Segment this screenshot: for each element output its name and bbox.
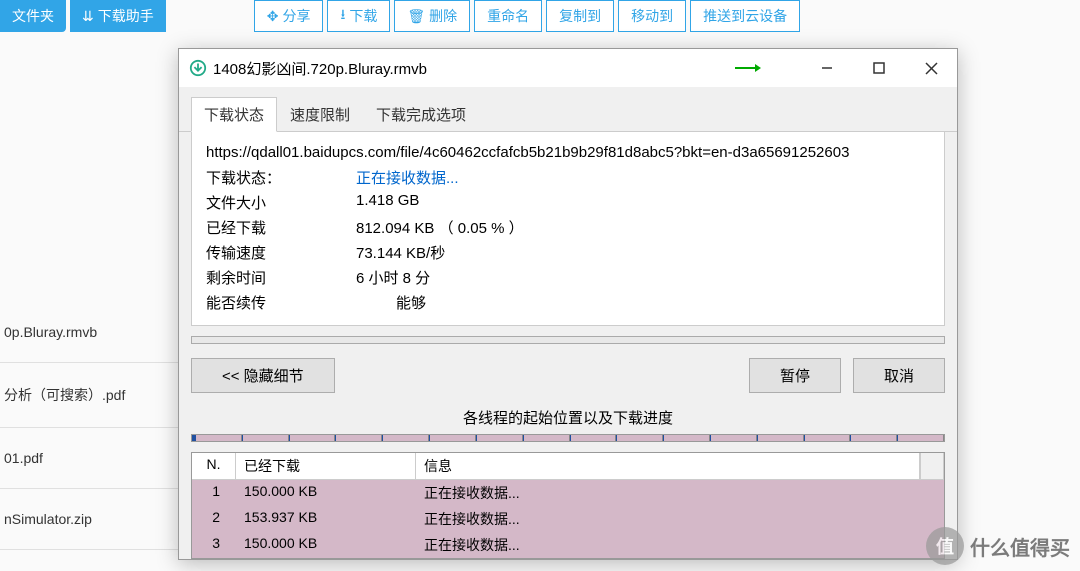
cell-n: 1 — [192, 480, 236, 506]
share-icon: ✥ — [267, 8, 279, 25]
list-item[interactable]: 0p.Bluray.rmvb — [0, 302, 180, 363]
background-toolbar: 文件夹 ⇊ 下载助手 ✥ 分享 ⭳ 下载 🗑 删除 重命名 复制到 移动到 推送… — [0, 0, 1080, 32]
pause-button[interactable]: 暂停 — [749, 358, 841, 393]
bg-delete-button[interactable]: 🗑 删除 — [394, 0, 470, 32]
background-file-list: 0p.Bluray.rmvb 分析（可搜索）.pdf 01.pdf nSimul… — [0, 302, 180, 550]
value-filesize: 1.418 GB — [356, 192, 419, 213]
cell-n: 3 — [192, 532, 236, 558]
trash-icon: 🗑 — [407, 8, 425, 25]
bg-share-button[interactable]: ✥ 分享 — [254, 0, 324, 32]
tab-download-status[interactable]: 下载状态 — [191, 97, 277, 132]
value-downloaded: 812.094 KB （ 0.05 % ） — [356, 217, 524, 238]
status-panel: https://qdall01.baidupcs.com/file/4c6046… — [191, 132, 945, 326]
list-item[interactable]: nSimulator.zip — [0, 489, 180, 550]
label-speed: 传输速度 — [206, 242, 356, 263]
table-row[interactable]: 2 153.937 KB 正在接收数据... — [192, 506, 944, 532]
bg-download-button[interactable]: ⭳ 下载 — [327, 0, 390, 32]
download-icon: ⭳ — [340, 4, 345, 28]
bg-copyto-button[interactable]: 复制到 — [546, 0, 614, 32]
cell-info: 正在接收数据... — [416, 532, 944, 558]
bg-rename-button[interactable]: 重命名 — [474, 0, 542, 32]
watermark-icon: 值 — [926, 527, 964, 565]
titlebar[interactable]: 1408幻影凶间.720p.Bluray.rmvb — [179, 49, 957, 87]
tab-bar: 下载状态 速度限制 下载完成选项 — [179, 87, 957, 132]
watermark: 值 什么值得买 — [926, 527, 1070, 565]
thread-table-body: 1 150.000 KB 正在接收数据... 2 153.937 KB 正在接收… — [192, 480, 944, 558]
table-row[interactable]: 1 150.000 KB 正在接收数据... — [192, 480, 944, 506]
hide-details-button[interactable]: << 隐藏细节 — [191, 358, 335, 393]
tab-on-complete[interactable]: 下载完成选项 — [363, 97, 479, 131]
bg-download-assistant-button[interactable]: ⇊ 下载助手 — [70, 0, 166, 32]
list-item[interactable]: 分析（可搜索）.pdf — [0, 363, 180, 428]
bg-delete-label: 删除 — [429, 6, 457, 26]
scrollbar-head — [920, 453, 944, 480]
label-status: 下载状态： — [206, 167, 356, 188]
tab-speed-limit[interactable]: 速度限制 — [277, 97, 363, 131]
minimize-button[interactable] — [801, 49, 853, 87]
value-status: 正在接收数据... — [356, 167, 459, 188]
header-downloaded[interactable]: 已经下载 — [236, 453, 416, 480]
table-row[interactable]: 3 150.000 KB 正在接收数据... — [192, 532, 944, 558]
label-remaining: 剩余时间 — [206, 267, 356, 288]
cancel-button[interactable]: 取消 — [853, 358, 945, 393]
assistant-icon: ⇊ — [82, 8, 94, 25]
thread-table-header: N. 已经下载 信息 — [192, 453, 944, 480]
thread-table: N. 已经下载 信息 1 150.000 KB 正在接收数据... 2 153.… — [191, 452, 945, 559]
cell-n: 2 — [192, 506, 236, 532]
threads-caption: 各线程的起始位置以及下载进度 — [179, 403, 957, 434]
window-title: 1408幻影凶间.720p.Bluray.rmvb — [213, 58, 733, 79]
download-dialog: 1408幻影凶间.720p.Bluray.rmvb 下载状态 速度限制 下载完成… — [178, 48, 958, 560]
list-item[interactable]: 01.pdf — [0, 428, 180, 489]
close-button[interactable] — [905, 49, 957, 87]
bg-folder-button[interactable]: 文件夹 — [0, 0, 66, 32]
value-speed: 73.144 KB/秒 — [356, 242, 445, 263]
idm-app-icon — [189, 59, 207, 77]
bg-download-label: 下载 — [349, 6, 377, 26]
label-filesize: 文件大小 — [206, 192, 356, 213]
value-resumable: 能够 — [356, 292, 426, 313]
cell-info: 正在接收数据... — [416, 480, 944, 506]
cell-downloaded: 150.000 KB — [236, 532, 416, 558]
label-downloaded: 已经下载 — [206, 217, 356, 238]
watermark-text: 什么值得买 — [970, 532, 1070, 561]
bg-assistant-label: 下载助手 — [98, 6, 154, 26]
segment-progress-bar — [191, 434, 945, 442]
value-remaining: 6 小时 8 分 — [356, 267, 430, 288]
maximize-button[interactable] — [853, 49, 905, 87]
bg-moveto-button[interactable]: 移动到 — [618, 0, 686, 32]
label-resumable: 能否续传 — [206, 292, 356, 313]
bg-push-button[interactable]: 推送到云设备 — [690, 0, 800, 32]
cell-info: 正在接收数据... — [416, 506, 944, 532]
bg-share-label: 分享 — [282, 6, 310, 26]
transfer-arrow-icon — [733, 62, 761, 74]
cell-downloaded: 150.000 KB — [236, 480, 416, 506]
overall-progress-bar — [191, 336, 945, 344]
header-n[interactable]: N. — [192, 453, 236, 480]
cell-downloaded: 153.937 KB — [236, 506, 416, 532]
button-row: << 隐藏细节 暂停 取消 — [179, 358, 957, 393]
download-url: https://qdall01.baidupcs.com/file/4c6046… — [206, 144, 930, 161]
header-info[interactable]: 信息 — [416, 453, 920, 480]
